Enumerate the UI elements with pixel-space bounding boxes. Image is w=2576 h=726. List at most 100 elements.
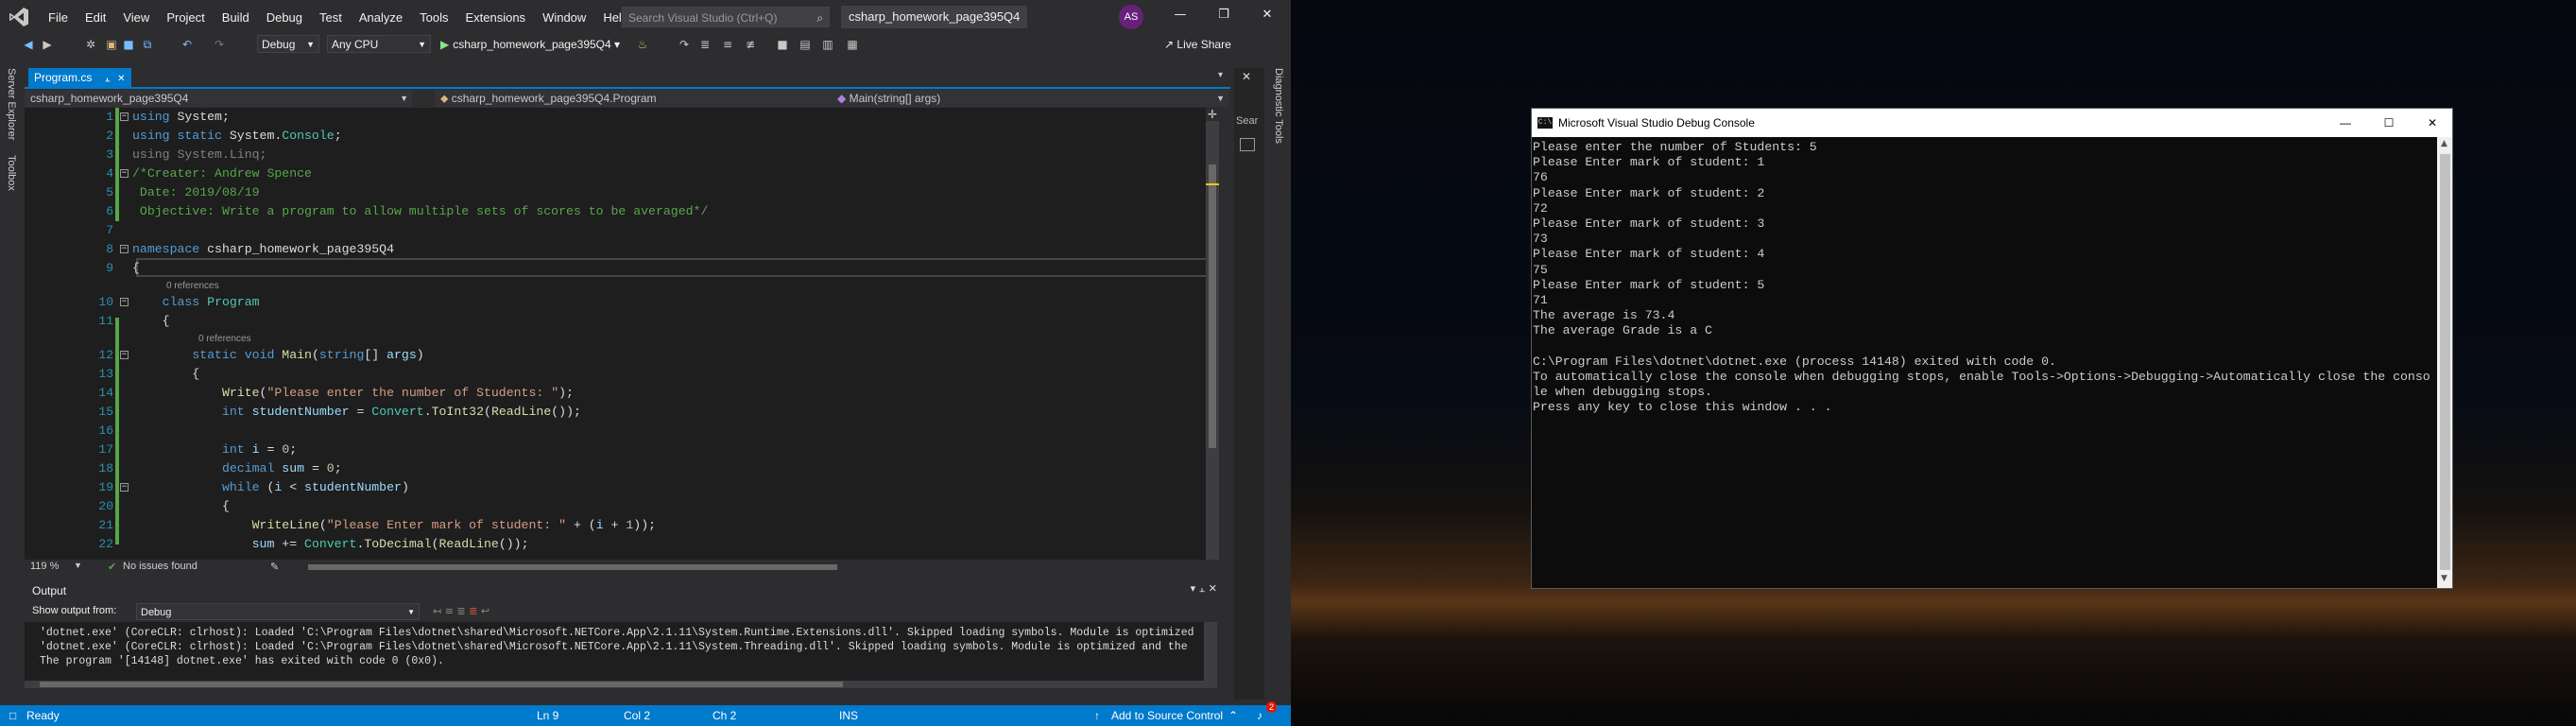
pin-icon[interactable]: ⫠ [105,74,111,84]
configuration-dropdown[interactable]: Debug ▼ [257,35,319,53]
status-column[interactable]: Col 2 [624,705,650,726]
code-line[interactable]: 12 static void Main(string[] args) [25,346,1217,365]
panel-toolbar-icon[interactable] [1240,138,1255,151]
scroll-up-icon[interactable]: ▲ [2441,139,2447,148]
menu-item-view[interactable]: View [114,10,158,25]
scroll-down-icon[interactable]: ▼ [2441,574,2447,583]
clear-all-icon[interactable]: ≣ [469,605,477,617]
horizontal-scrollbar[interactable] [308,564,837,570]
menu-item-debug[interactable]: Debug [258,10,311,25]
diagnostic-tools-tab[interactable]: Diagnostic Tools [1273,68,1284,144]
console-minimize-button[interactable]: — [2324,109,2367,137]
live-share-button[interactable]: ↗ Live Share [1164,35,1231,54]
code-line[interactable]: 20 { [25,497,1217,516]
issues-status[interactable]: No issues found [123,561,197,572]
output-hscrollbar[interactable] [25,681,1217,688]
output-vscrollbar[interactable] [1204,622,1217,681]
editor-scrollbar[interactable] [1206,108,1219,560]
zoom-level[interactable]: 119 % [30,561,59,572]
save-icon[interactable]: ■ [121,37,136,52]
code-line[interactable]: 10 class Program [25,293,1217,312]
next-bookmark-icon[interactable]: ▥ [820,37,835,52]
tab-close-icon[interactable]: ✕ [117,74,125,84]
panel-close-icon[interactable]: ✕ [1242,70,1251,83]
console-close-button[interactable]: ✕ [2411,109,2452,137]
new-project-icon[interactable]: ✲ [83,37,98,52]
scrollbar-thumb[interactable] [308,564,837,570]
server-explorer-tab[interactable]: Server Explorer [6,68,17,140]
undo-icon[interactable]: ↶ [180,37,195,52]
code-line[interactable]: 2 using static System.Console; [25,127,1217,146]
project-dropdown[interactable]: csharp_homework_page395Q4 ▼ [25,90,412,107]
scrollbar-thumb[interactable] [2440,154,2450,570]
code-line[interactable]: 16 [25,422,1217,441]
output-text-area[interactable]: 'dotnet.exe' (CoreCLR: clrhost): Loaded … [25,622,1217,688]
chevron-up-icon[interactable]: ⌃ [1228,705,1238,726]
class-dropdown[interactable]: ⬥ csharp_homework_page395Q4.Program▼ [435,90,850,107]
code-line[interactable]: 11 { [25,312,1217,331]
minimize-button[interactable]: — [1159,0,1202,30]
uncomment-icon[interactable]: ≢ [743,37,758,52]
codelens-references[interactable]: 0 references [166,279,219,293]
search-input[interactable]: Search Visual Studio (Ctrl+Q) ⌕ [622,7,830,27]
restore-button[interactable]: ❐ [1202,0,1245,30]
platform-dropdown[interactable]: Any CPU ▼ [327,35,431,53]
prev-bookmark-icon[interactable]: ▤ [798,37,813,52]
console-maximize-button[interactable]: ☐ [2367,109,2411,137]
status-line[interactable]: Ln 9 [537,705,558,726]
code-editor[interactable]: 0 references 0 references − − − − − − 1u… [25,108,1217,560]
notification-bell-icon[interactable]: ♪ [1257,705,1262,726]
code-line[interactable]: 8 namespace csharp_homework_page395Q4 [25,240,1217,259]
code-line[interactable]: 15 int studentNumber = Convert.ToInt32(R… [25,403,1217,422]
member-dropdown[interactable]: ◆ Main(string[] args) ▼ [832,90,1228,107]
output-panel-controls[interactable]: ▾ ⫠ ✕ [1191,582,1217,596]
chevron-down-icon[interactable]: ▼ [74,561,82,570]
clear-bookmarks-icon[interactable]: ▦ [845,37,860,52]
code-line[interactable]: 17 int i = 0; [25,441,1217,459]
redo-icon[interactable]: ↷ [212,37,227,52]
menu-item-extensions[interactable]: Extensions [456,10,534,25]
code-line[interactable]: 18 decimal sum = 0; [25,459,1217,478]
code-line[interactable]: 4 /*Creater: Andrew Spence [25,164,1217,183]
avatar[interactable]: AS [1119,5,1143,29]
menu-item-analyze[interactable]: Analyze [351,10,411,25]
code-line[interactable]: 6 Objective: Write a program to allow mu… [25,202,1217,221]
toolbox-tab[interactable]: Toolbox [6,155,17,191]
menu-item-build[interactable]: Build [214,10,258,25]
menu-item-file[interactable]: File [40,10,77,25]
align-icon[interactable]: ≣ [697,37,713,52]
save-all-icon[interactable]: ⧉ [140,37,155,52]
add-to-source-control-button[interactable]: Add to Source Control [1111,705,1223,726]
console-output[interactable]: Please enter the number of Students: 5 Pl… [1532,137,2437,588]
open-folder-icon[interactable]: ▣ [104,37,119,52]
code-line[interactable]: 13 { [25,365,1217,384]
split-icon[interactable]: ✛ [1206,108,1219,121]
menu-item-edit[interactable]: Edit [77,10,114,25]
output-source-dropdown[interactable]: Debug ▼ [136,603,420,620]
code-line[interactable]: 5 Date: 2019/08/19 [25,183,1217,202]
bookmark-icon[interactable]: ■ [775,37,790,52]
forward-icon[interactable]: ▶ [40,37,55,52]
code-line[interactable]: 22 sum += Convert.ToDecimal(ReadLine()); [25,535,1217,554]
console-scrollbar[interactable]: ▲ ▼ [2437,137,2452,588]
comment-icon[interactable]: ≡ [720,37,735,52]
code-line[interactable]: 7 [25,221,1217,240]
tab-overflow-icon[interactable]: ▾ [1218,70,1223,80]
word-wrap-icon[interactable]: ↩ [481,605,489,617]
codelens-references[interactable]: 0 references [198,332,251,346]
code-line[interactable]: 1 using System; [25,108,1217,127]
step-over-icon[interactable]: ↷ [677,37,692,52]
menu-item-tools[interactable]: Tools [411,10,456,25]
scrollbar-thumb[interactable] [40,682,843,687]
code-line[interactable]: 21 WriteLine("Please Enter mark of stude… [25,516,1217,535]
brush-icon[interactable]: ✎ [270,561,279,573]
back-icon[interactable]: ◀ [21,37,36,52]
code-line[interactable]: 19 while (i < studentNumber) [25,478,1217,497]
scrollbar-thumb[interactable] [1209,164,1216,448]
menu-item-window[interactable]: Window [534,10,594,25]
code-line[interactable]: 9{ [25,259,1217,278]
start-debugging-button[interactable]: ▶ csharp_homework_page395Q4 ▾ [440,35,620,54]
status-insert-mode[interactable]: INS [839,705,858,726]
hot-reload-icon[interactable]: ♨ [635,37,650,52]
status-char[interactable]: Ch 2 [713,705,736,726]
